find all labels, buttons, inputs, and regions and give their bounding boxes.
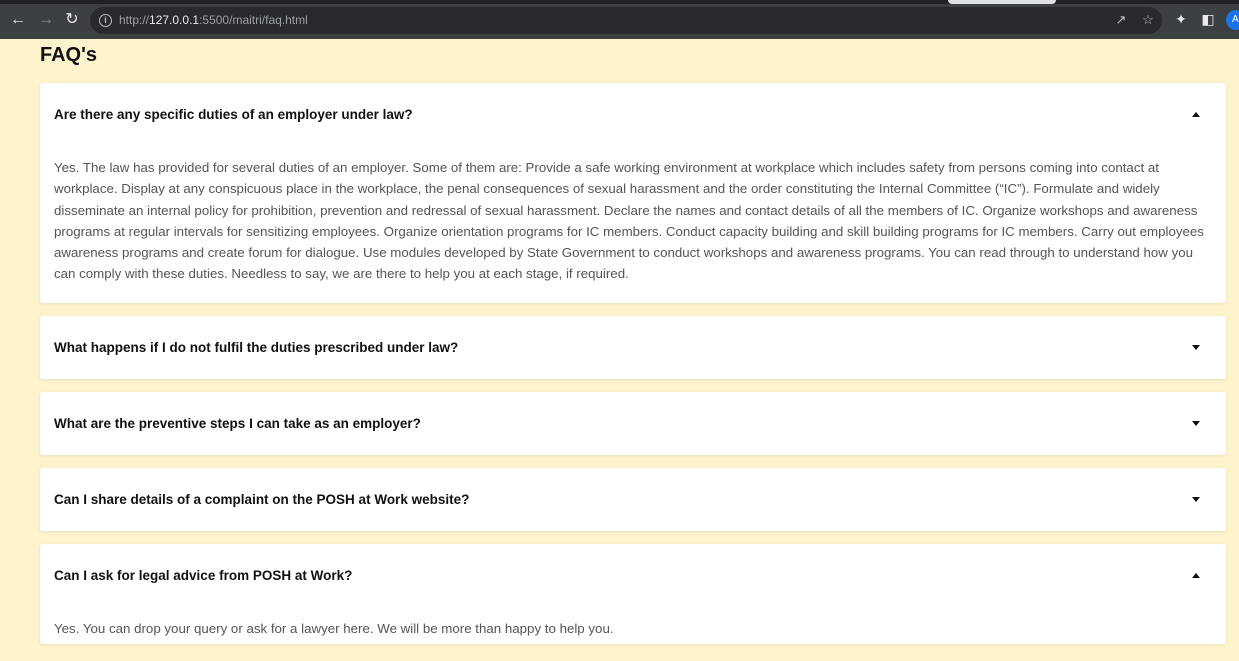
faq-answer: Yes. The law has provided for several du… <box>54 160 1204 282</box>
caret-up-icon[interactable] <box>1192 112 1200 117</box>
faq-answer: Yes. You can drop your query or ask for … <box>54 620 614 636</box>
caret-up-icon[interactable] <box>1192 572 1200 578</box>
url-host: 127.0.0.1 <box>149 13 200 27</box>
reload-icon[interactable]: ↻ <box>62 10 82 30</box>
faq-question: Can I share details of a complaint on th… <box>54 491 470 507</box>
star-icon[interactable]: ☆ <box>1140 12 1156 28</box>
browser-toolbar: ← → ↻ i http://127.0.0.1:5500/maitri/faq… <box>0 0 1239 39</box>
faq-item: Are there any specific duties of an empl… <box>40 83 1226 303</box>
faq-question-toggle[interactable]: Can I ask for legal advice from POSH at … <box>40 544 1226 607</box>
page-title: FAQ's <box>40 44 97 66</box>
faq-question: Can I ask for legal advice from POSH at … <box>54 567 353 583</box>
faq-item: What happens if I do not fulfil the duti… <box>40 315 1226 379</box>
url-prefix: http:// <box>119 13 150 27</box>
side-panel-icon[interactable]: ◧ <box>1199 10 1217 28</box>
share-icon[interactable]: ↗ <box>1113 12 1129 28</box>
active-tab-edge <box>948 0 1056 4</box>
url-text[interactable]: http://127.0.0.1:5500/maitri/faq.html <box>119 13 308 27</box>
caret-down-icon[interactable] <box>1192 496 1200 502</box>
address-bar[interactable]: i http://127.0.0.1:5500/maitri/faq.html … <box>90 7 1162 34</box>
avatar[interactable]: A <box>1226 10 1239 30</box>
url-path: :5500/maitri/faq.html <box>199 13 308 27</box>
faq-list: Are there any specific duties of an empl… <box>40 83 1226 657</box>
faq-question-toggle[interactable]: Are there any specific duties of an empl… <box>40 83 1226 146</box>
faq-item: Can I ask for legal advice from POSH at … <box>40 543 1226 645</box>
back-icon[interactable]: ← <box>8 10 28 30</box>
faq-question-toggle[interactable]: What are the preventive steps I can take… <box>40 392 1226 455</box>
faq-question: What are the preventive steps I can take… <box>54 415 421 431</box>
caret-down-icon[interactable] <box>1192 420 1200 426</box>
extensions-icon[interactable]: ✦ <box>1172 10 1190 28</box>
faq-question-toggle[interactable]: Can I share details of a complaint on th… <box>40 468 1226 531</box>
faq-question: Are there any specific duties of an empl… <box>54 107 413 122</box>
faq-question-toggle[interactable]: What happens if I do not fulfil the duti… <box>40 316 1226 379</box>
faq-question: What happens if I do not fulfil the duti… <box>54 339 459 355</box>
info-icon[interactable]: i <box>99 14 112 27</box>
faq-item: What are the preventive steps I can take… <box>40 391 1226 455</box>
caret-down-icon[interactable] <box>1192 344 1200 350</box>
forward-icon[interactable]: → <box>36 10 56 30</box>
faq-item: Can I share details of a complaint on th… <box>40 467 1226 531</box>
